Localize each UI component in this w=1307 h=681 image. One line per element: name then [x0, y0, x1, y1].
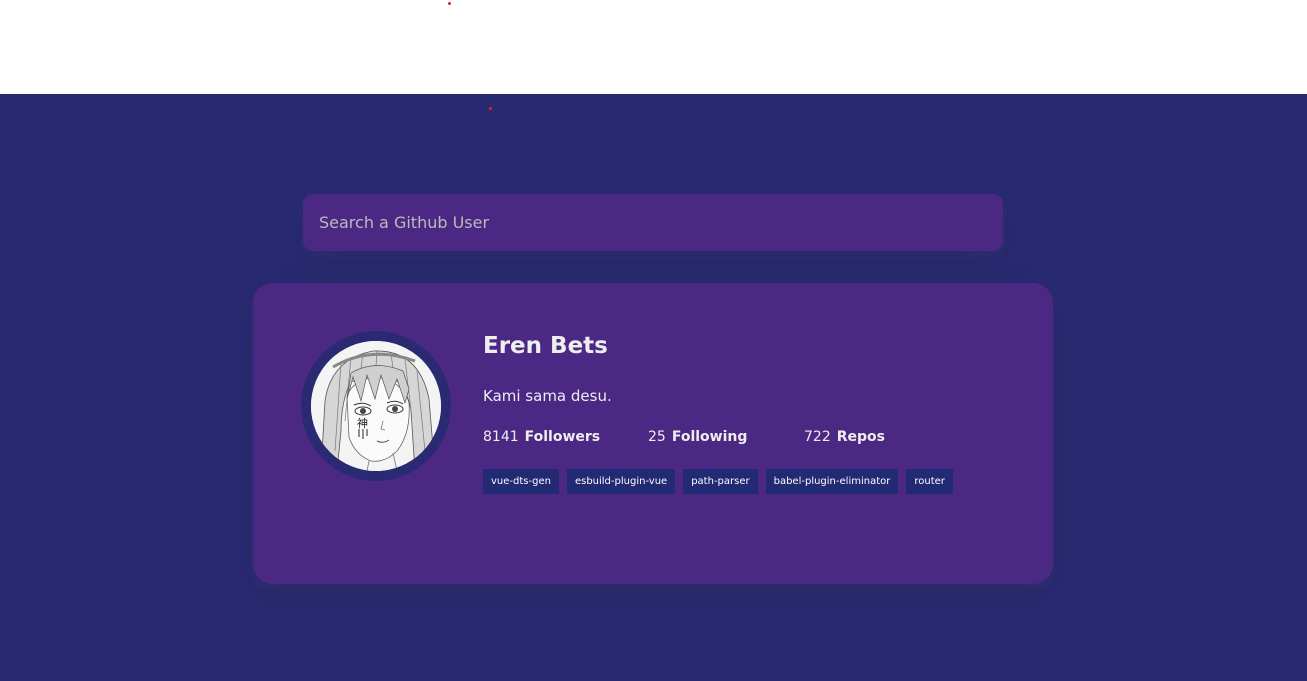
stat-followers-count: 8141	[483, 429, 519, 445]
avatar-ring: 神	[301, 331, 451, 481]
red-dot-marker	[448, 2, 451, 5]
repo-link[interactable]: babel-plugin-eliminator	[765, 469, 899, 494]
red-dot-marker	[489, 107, 492, 110]
stat-repos-count: 722	[804, 429, 831, 445]
stat-following-label: Following	[671, 429, 748, 445]
stat-following: 25 Following	[648, 429, 747, 445]
stat-repos: 722 Repos	[804, 429, 885, 445]
user-stats: 8141 Followers 25 Following 722 Repos	[483, 429, 983, 449]
repo-link[interactable]: esbuild-plugin-vue	[566, 469, 676, 494]
repo-link[interactable]: router	[906, 469, 953, 494]
repo-list: vue-dts-gen esbuild-plugin-vue path-parser…	[483, 469, 1003, 504]
page-top-area	[0, 0, 1307, 94]
stat-followers-label: Followers	[524, 429, 601, 445]
repo-link[interactable]: path-parser	[683, 469, 758, 494]
search-input[interactable]	[303, 194, 1003, 251]
user-card: 神 Eren Bets Kami sama desu. 8141 Follower…	[253, 283, 1053, 584]
anime-portrait-avatar-icon: 神	[311, 341, 441, 471]
user-bio: Kami sama desu.	[483, 387, 612, 405]
stat-following-count: 25	[648, 429, 666, 445]
avatar: 神	[311, 341, 441, 471]
stat-repos-label: Repos	[836, 429, 885, 445]
user-name: Eren Bets	[483, 333, 608, 359]
svg-text:神: 神	[357, 416, 368, 430]
stat-followers: 8141 Followers	[483, 429, 600, 445]
repo-link[interactable]: vue-dts-gen	[483, 469, 559, 494]
